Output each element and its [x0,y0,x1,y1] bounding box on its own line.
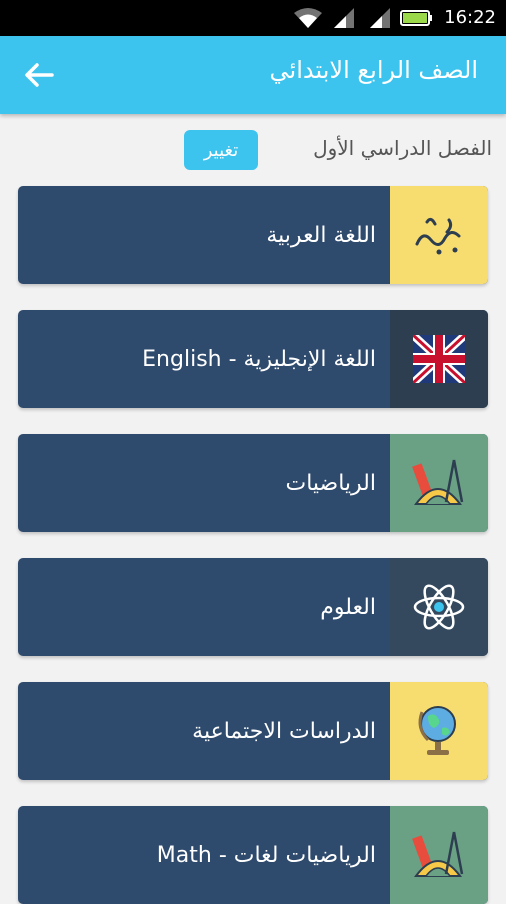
subject-label: الرياضيات لغات - Math [156,842,376,868]
battery-icon [400,10,432,26]
signal-icon [334,8,354,28]
signal-icon-2 [370,8,390,28]
subject-label: الرياضيات [285,470,376,496]
wifi-icon [294,8,322,28]
subject-card-english[interactable]: اللغة الإنجليزية - English [18,310,488,408]
subject-label: العلوم [320,594,376,620]
change-term-button[interactable]: تغيير [184,130,258,170]
status-bar: 16:22 [0,0,506,36]
geometry-tools-icon [390,434,488,532]
page-title: الصف الرابع الابتدائي [269,56,478,84]
geometry-tools-icon [390,806,488,904]
term-row: الفصل الدراسي الأول تغيير [0,126,506,174]
subject-label: اللغة الإنجليزية - English [142,346,376,372]
app-bar: الصف الرابع الابتدائي [0,36,506,114]
uk-flag-icon [390,310,488,408]
subject-card-arabic[interactable]: اللغة العربية [18,186,488,284]
subject-card-math-languages[interactable]: الرياضيات لغات - Math [18,806,488,904]
term-label: الفصل الدراسي الأول [313,136,492,160]
subject-card-math[interactable]: الرياضيات [18,434,488,532]
clock: 16:22 [444,7,496,28]
back-arrow-icon[interactable] [22,58,56,92]
atom-icon [390,558,488,656]
globe-icon [390,682,488,780]
subject-card-social-studies[interactable]: الدراسات الاجتماعية [18,682,488,780]
subject-label: اللغة العربية [266,222,376,248]
subject-card-science[interactable]: العلوم [18,558,488,656]
arabic-calligraphy-icon [390,186,488,284]
subject-label: الدراسات الاجتماعية [192,718,376,744]
